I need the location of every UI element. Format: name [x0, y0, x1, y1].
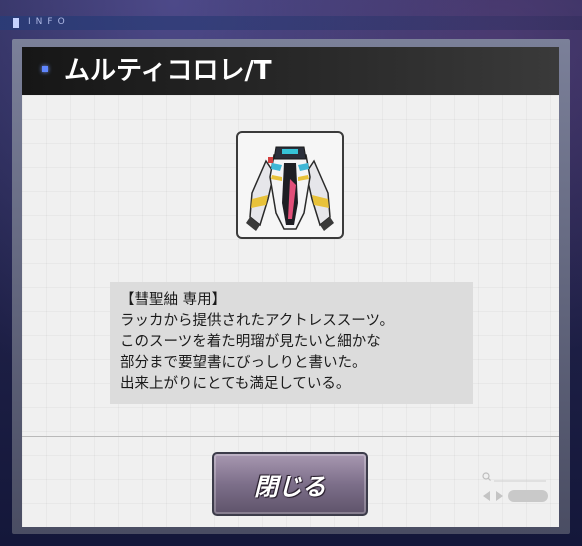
divider [22, 436, 559, 437]
info-tag-marker [13, 18, 19, 28]
costume-suit-icon [246, 146, 334, 231]
left-right-arrows-icon [483, 491, 503, 501]
description-line: ラッカから提供されたアクトレススーツ。 [120, 313, 395, 329]
description-line: 【彗聖紬 専用】 [120, 292, 227, 308]
close-button[interactable]: 閉じる [212, 452, 368, 516]
page-controls [482, 472, 552, 508]
item-icon-frame [236, 131, 344, 239]
item-name: ムルティコロレ/T [64, 56, 272, 86]
description-line: 出来上がりにとても満足している。 [120, 376, 351, 392]
description-line: 部分まで要望書にびっしりと書いた。 [120, 355, 367, 371]
item-description: 【彗聖紬 専用】 ラッカから提供されたアクトレススーツ。 このスーツを着た明瑠が… [110, 282, 473, 404]
info-tag-label: INFO [28, 17, 70, 27]
search-icon [482, 472, 546, 482]
info-tag: INFO [0, 16, 582, 30]
title-bullet-icon [42, 66, 48, 72]
close-button-label: 閉じる [254, 472, 326, 501]
scroll-indicator [508, 490, 548, 502]
description-line: このスーツを着た明瑠が見たいと細かな [120, 334, 381, 350]
item-info-dialog: ムルティコロレ/T 【彗聖紬 専用】 ラッカから提供されたアクトレススーツ。 こ… [22, 47, 559, 527]
title-bar: ムルティコロレ/T [22, 47, 559, 95]
